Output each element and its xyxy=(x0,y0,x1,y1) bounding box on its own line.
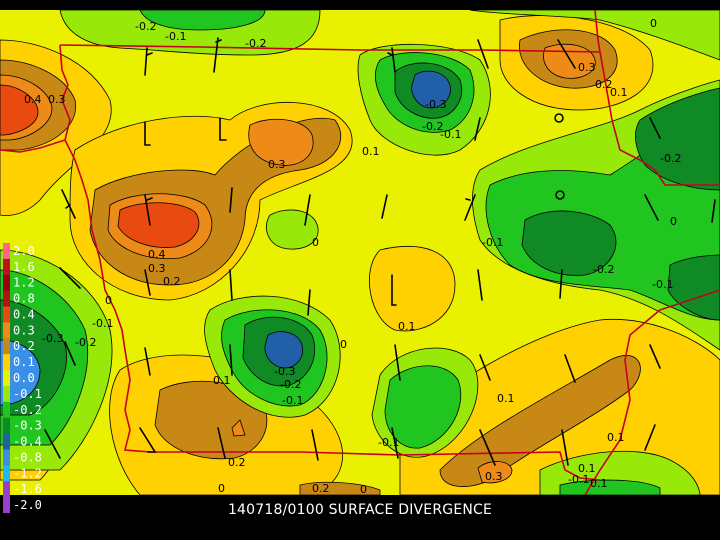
legend-label: 2.0 xyxy=(13,244,35,258)
legend-label: 0.4 xyxy=(13,307,35,321)
contour-label: 0.1 xyxy=(610,86,628,99)
contour-label: 0.3 xyxy=(485,470,503,483)
legend-label: -1.2 xyxy=(13,466,42,480)
contour-label: -0.2 xyxy=(135,20,156,33)
contour-label: 0 xyxy=(340,338,347,351)
legend-label: -0.2 xyxy=(13,403,42,417)
contour-label: -0.2 xyxy=(245,37,266,50)
legend-swatch xyxy=(3,290,10,308)
contour-label: 0.4 xyxy=(24,93,42,106)
contour-label: 0.2 xyxy=(312,482,330,495)
contour-label: -0.1 xyxy=(652,278,673,291)
legend-label: 0.2 xyxy=(13,339,35,353)
legend-swatch xyxy=(3,433,10,450)
contour-label: 0.1 xyxy=(213,374,231,387)
contour-label: -0.3 xyxy=(425,98,446,111)
contour-label: 0.3 xyxy=(48,93,66,106)
legend-label: 0.1 xyxy=(13,355,35,369)
contour-label: 0.1 xyxy=(497,392,515,405)
contour-label: 0.2 xyxy=(163,275,181,288)
legend-swatch xyxy=(3,401,10,419)
contour-label: -0.1 xyxy=(165,30,186,43)
legend-swatch xyxy=(3,449,10,466)
contour-label: 0 xyxy=(650,17,657,30)
contour-label: -0.1 xyxy=(482,236,503,249)
legend-swatch xyxy=(3,306,10,323)
legend-swatch xyxy=(3,385,10,403)
contour-label: -0.1 xyxy=(568,473,589,486)
legend-swatch xyxy=(3,258,10,276)
legend-swatch xyxy=(3,338,10,355)
contour-label: 0 xyxy=(670,215,677,228)
legend-swatch xyxy=(3,274,10,292)
legend-label: -0.1 xyxy=(13,387,42,401)
contour-label: -0.2 xyxy=(593,263,614,276)
contour-label: 0.3 xyxy=(148,262,166,275)
contour-label: 0 xyxy=(312,236,319,249)
contour-label: 0.4 xyxy=(148,248,166,261)
legend-label: 0.8 xyxy=(13,292,35,306)
legend-swatch xyxy=(3,243,10,260)
map-frame: -0.2 -0.1 -0.2 0 0.4 0.3 0.3 0.3 0.2 0.1… xyxy=(0,0,720,540)
contour-label: 0.1 xyxy=(398,320,416,333)
legend-label: 0.0 xyxy=(13,371,35,385)
legend-swatch xyxy=(3,322,10,339)
legend-label: 1.2 xyxy=(13,276,35,290)
contour-label: -0.1 xyxy=(282,394,303,407)
legend-swatch xyxy=(3,417,10,435)
legend-swatch xyxy=(3,465,10,482)
contour-label: 0 xyxy=(105,294,112,307)
legend-label: 0.3 xyxy=(13,323,35,337)
contour-label: 0.1 xyxy=(590,477,608,490)
legend-label: -0.8 xyxy=(13,450,42,464)
contour-label: 0.3 xyxy=(578,61,596,74)
divergence-map: -0.2 -0.1 -0.2 0 0.4 0.3 0.3 0.3 0.2 0.1… xyxy=(0,10,720,495)
contour-label: 0 xyxy=(360,483,367,495)
contour-label: -0.1 xyxy=(440,128,461,141)
contour-label: 0.1 xyxy=(607,431,625,444)
legend-label: -1.6 xyxy=(13,482,42,496)
color-legend: 2.0 1.6 1.2 0.80.4 0.3 0.2 0.1 0.0 -0.1 -0.2 -0.3 -… xyxy=(3,243,42,513)
legend-swatch xyxy=(3,354,10,371)
contour-label: -0.2 xyxy=(660,152,681,165)
contour-label: -0.1 xyxy=(378,436,399,449)
contour-label: -0.3 xyxy=(274,365,295,378)
legend-swatch xyxy=(3,370,10,387)
map-caption: 140718/0100 SURFACE DIVERGENCE xyxy=(227,502,493,518)
legend-label: -0.4 xyxy=(13,435,42,449)
contour-label: -0.2 xyxy=(75,336,96,349)
legend-label: -0.3 xyxy=(13,419,42,433)
legend-swatch xyxy=(3,481,10,498)
contour-label: 0.2 xyxy=(228,456,246,469)
contour-label: -0.1 xyxy=(92,317,113,330)
legend-label: 1.6 xyxy=(13,260,35,274)
contour-label: 0.3 xyxy=(268,158,286,171)
contour-label: -0.2 xyxy=(280,378,301,391)
contour-label: 0 xyxy=(218,482,225,495)
contour-label: 0.1 xyxy=(362,145,380,158)
